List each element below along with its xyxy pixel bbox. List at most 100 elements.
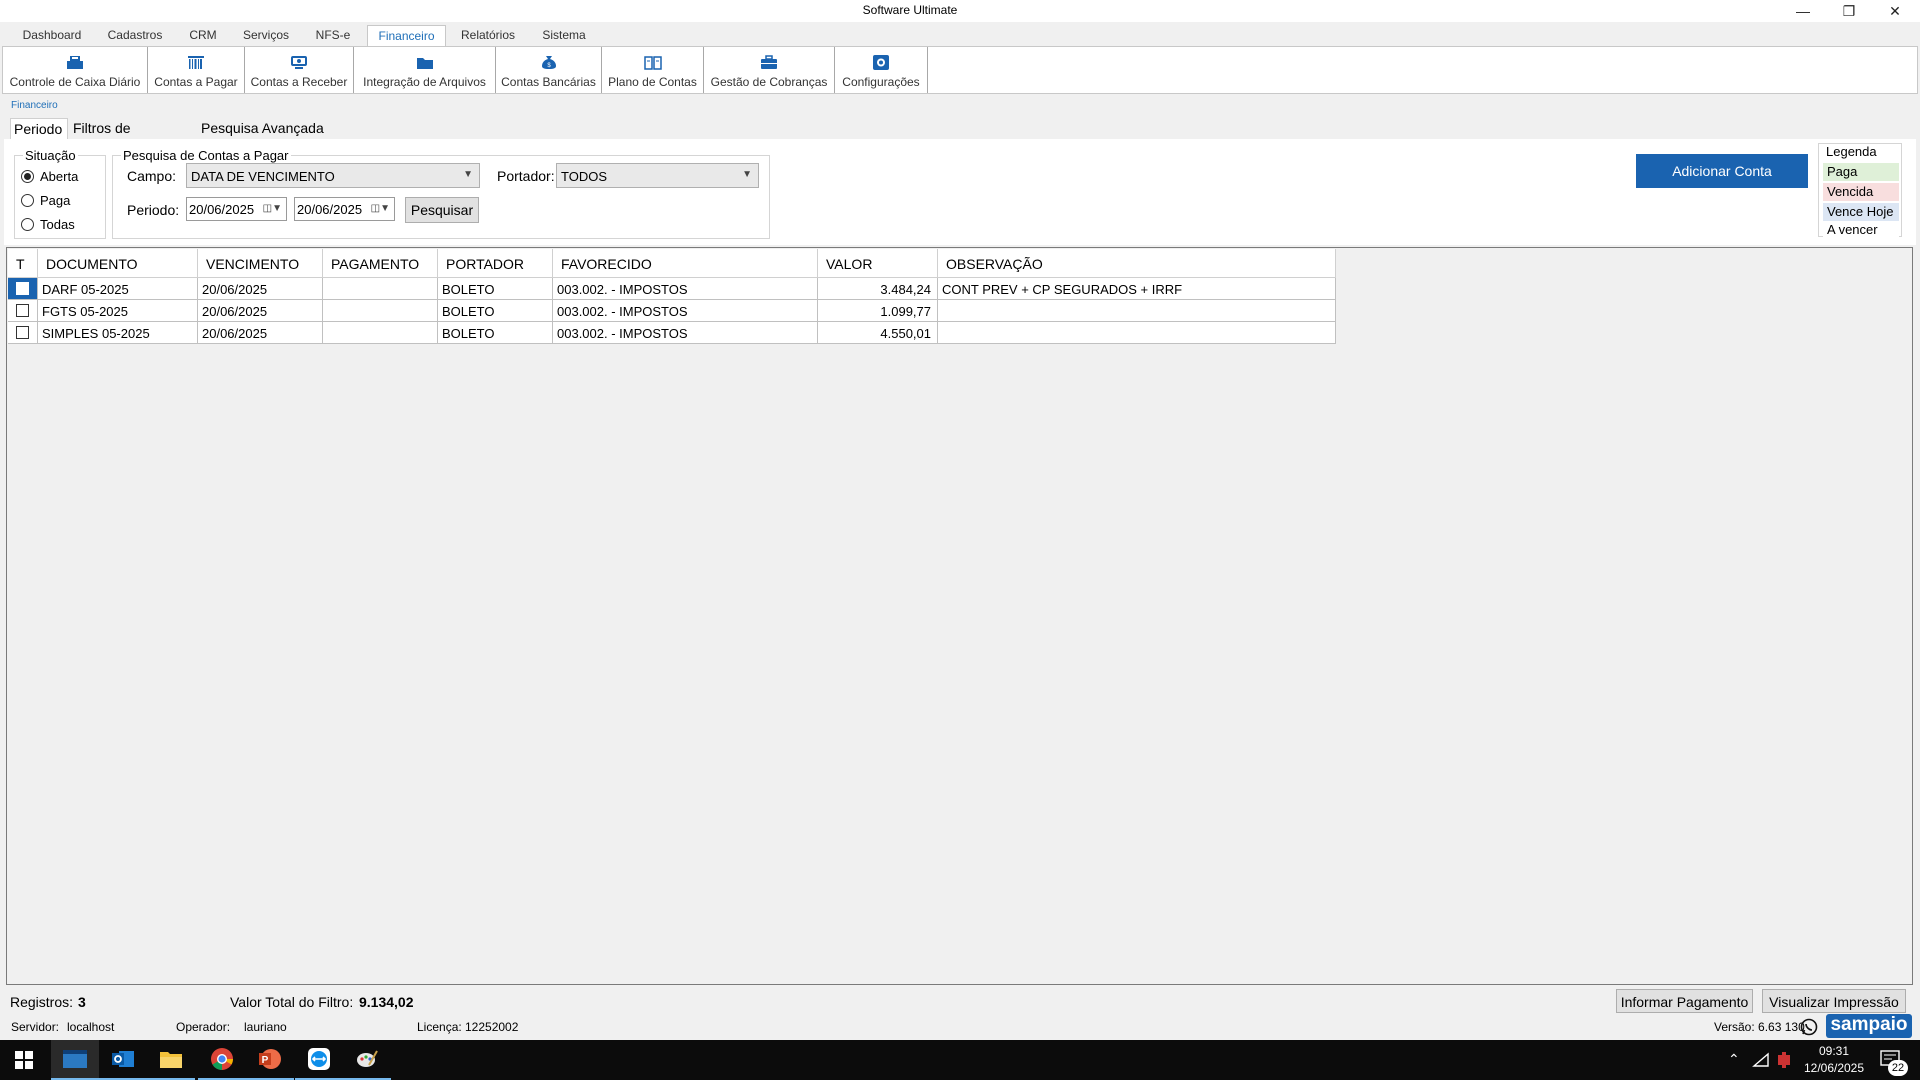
- tab-relatorios[interactable]: Relatórios: [454, 25, 522, 46]
- col-header-documento[interactable]: DOCUMENTO: [38, 249, 198, 278]
- taskbar-teamviewer[interactable]: [295, 1040, 343, 1080]
- ribbon-controle-caixa[interactable]: Controle de Caixa Diário: [3, 47, 148, 93]
- col-header-vencimento[interactable]: VENCIMENTO: [198, 249, 323, 278]
- legend-paga: Paga: [1823, 163, 1899, 181]
- radio-aberta[interactable]: Aberta: [21, 169, 78, 184]
- date-to-input[interactable]: 20/06/2025 ◫▼: [294, 197, 395, 221]
- cell-favorecido[interactable]: 003.002. - IMPOSTOS: [553, 278, 818, 300]
- radio-paga[interactable]: Paga: [21, 193, 70, 208]
- cell-valor[interactable]: 3.484,24: [818, 278, 938, 300]
- cash-register-icon: [67, 56, 83, 69]
- cell-portador[interactable]: BOLETO: [438, 322, 553, 344]
- cell-favorecido[interactable]: 003.002. - IMPOSTOS: [553, 322, 818, 344]
- radio-dot: [21, 194, 34, 207]
- ribbon-configuracoes[interactable]: Configurações: [835, 47, 928, 93]
- campo-select[interactable]: DATA DE VENCIMENTO ▼: [186, 163, 480, 188]
- row-checkbox[interactable]: [16, 304, 29, 317]
- clock-time[interactable]: 09:31: [1798, 1044, 1870, 1058]
- clock-date[interactable]: 12/06/2025: [1798, 1061, 1870, 1075]
- cell-vencimento[interactable]: 20/06/2025: [198, 300, 323, 322]
- taskbar-outlook[interactable]: [99, 1040, 147, 1080]
- taskbar-powerpoint[interactable]: P: [246, 1040, 294, 1080]
- cell-documento[interactable]: FGTS 05-2025: [38, 300, 198, 322]
- ribbon-gestao-cobrancas[interactable]: Gestão de Cobranças: [704, 47, 835, 93]
- calendar-dropdown-icon[interactable]: ◫▼: [371, 203, 390, 214]
- book-icon: [643, 56, 662, 70]
- minimize-button[interactable]: —: [1780, 0, 1826, 22]
- cell-valor[interactable]: 1.099,77: [818, 300, 938, 322]
- tab-cadastros[interactable]: Cadastros: [98, 25, 172, 46]
- cell-pagamento[interactable]: [323, 278, 438, 300]
- col-header-t[interactable]: T: [8, 249, 38, 278]
- taskbar-paint[interactable]: [343, 1040, 391, 1080]
- window-title: Software Ultimate: [862, 3, 958, 17]
- tab-periodo[interactable]: Periodo: [10, 118, 68, 139]
- taskbar-explorer[interactable]: [147, 1040, 195, 1080]
- tab-financeiro[interactable]: Financeiro: [367, 25, 446, 46]
- tab-dashboard[interactable]: Dashboard: [12, 25, 92, 46]
- start-button[interactable]: [0, 1040, 48, 1080]
- row-checkbox[interactable]: [16, 326, 29, 339]
- date-from-input[interactable]: 20/06/2025 ◫▼: [186, 197, 287, 221]
- tab-servicos[interactable]: Serviços: [234, 25, 298, 46]
- ribbon-contas-bancarias[interactable]: $ Contas Bancárias: [496, 47, 602, 93]
- chevron-up-icon[interactable]: ⌃: [1728, 1051, 1740, 1068]
- cell-observacao[interactable]: [938, 300, 1336, 322]
- app-window-icon: [63, 1050, 87, 1068]
- cell-observacao[interactable]: CONT PREV + CP SEGURADOS + IRRF: [938, 278, 1336, 300]
- ribbon-contas-pagar[interactable]: Contas a Pagar: [148, 47, 245, 93]
- outlook-icon: [112, 1051, 134, 1067]
- pesquisar-button[interactable]: Pesquisar: [405, 197, 479, 223]
- row-check-cell[interactable]: [8, 278, 38, 300]
- cell-portador[interactable]: BOLETO: [438, 300, 553, 322]
- cell-vencimento[interactable]: 20/06/2025: [198, 278, 323, 300]
- visualizar-impressao-button[interactable]: Visualizar Impressão: [1762, 989, 1906, 1013]
- radio-label: Paga: [40, 193, 71, 208]
- powerpoint-icon: P: [259, 1049, 281, 1069]
- row-checkbox[interactable]: [16, 282, 29, 295]
- tab-crm[interactable]: CRM: [180, 25, 226, 46]
- taskbar-chrome[interactable]: [198, 1040, 246, 1080]
- cell-vencimento[interactable]: 20/06/2025: [198, 322, 323, 344]
- teamviewer-icon: [308, 1048, 330, 1070]
- taskbar-app-software[interactable]: [51, 1040, 99, 1080]
- ribbon-plano-contas[interactable]: Plano de Contas: [602, 47, 704, 93]
- whatsapp-icon[interactable]: [1800, 1018, 1818, 1036]
- cell-valor[interactable]: 4.550,01: [818, 322, 938, 344]
- ribbon-integracao-arquivos[interactable]: Integração de Arquivos: [354, 47, 496, 93]
- ribbon-contas-receber[interactable]: Contas a Receber: [245, 47, 354, 93]
- tab-filtros-pesquisa[interactable]: Filtros de Pesquisa: [70, 118, 194, 152]
- portador-select[interactable]: TODOS ▼: [556, 163, 759, 188]
- cell-pagamento[interactable]: [323, 300, 438, 322]
- info-bar: Servidor: localhost Operador: lauriano L…: [0, 1014, 1920, 1040]
- campo-label: Campo:: [127, 168, 177, 184]
- cell-favorecido[interactable]: 003.002. - IMPOSTOS: [553, 300, 818, 322]
- close-button[interactable]: ✕: [1872, 0, 1918, 22]
- row-check-cell[interactable]: [8, 322, 38, 344]
- col-header-valor[interactable]: VALOR: [818, 249, 938, 278]
- tab-pesquisa-avancada[interactable]: Pesquisa Avançada: [198, 118, 328, 139]
- tab-nfse[interactable]: NFS-e: [306, 25, 360, 46]
- col-header-favorecido[interactable]: FAVORECIDO: [553, 249, 818, 278]
- ribbon-label: Controle de Caixa Diário: [9, 75, 141, 89]
- accounts-grid[interactable]: T DOCUMENTO VENCIMENTO PAGAMENTO PORTADO…: [6, 247, 1913, 985]
- security-icon[interactable]: [1776, 1051, 1792, 1069]
- cell-portador[interactable]: BOLETO: [438, 278, 553, 300]
- chrome-icon: [211, 1048, 233, 1070]
- cell-observacao[interactable]: [938, 322, 1336, 344]
- tab-sistema[interactable]: Sistema: [532, 25, 596, 46]
- radio-todas[interactable]: Todas: [21, 217, 75, 232]
- cell-pagamento[interactable]: [323, 322, 438, 344]
- operador-label: Operador:: [176, 1020, 231, 1034]
- wifi-icon[interactable]: [1752, 1052, 1770, 1068]
- row-check-cell[interactable]: [8, 300, 38, 322]
- col-header-observacao[interactable]: OBSERVAÇÃO: [938, 249, 1336, 278]
- add-conta-button[interactable]: Adicionar Conta: [1636, 154, 1808, 188]
- col-header-portador[interactable]: PORTADOR: [438, 249, 553, 278]
- cell-documento[interactable]: DARF 05-2025: [38, 278, 198, 300]
- calendar-dropdown-icon[interactable]: ◫▼: [263, 203, 282, 214]
- col-header-pagamento[interactable]: PAGAMENTO: [323, 249, 438, 278]
- restore-button[interactable]: ❐: [1826, 0, 1872, 22]
- cell-documento[interactable]: SIMPLES 05-2025: [38, 322, 198, 344]
- informar-pagamento-button[interactable]: Informar Pagamento: [1616, 989, 1753, 1013]
